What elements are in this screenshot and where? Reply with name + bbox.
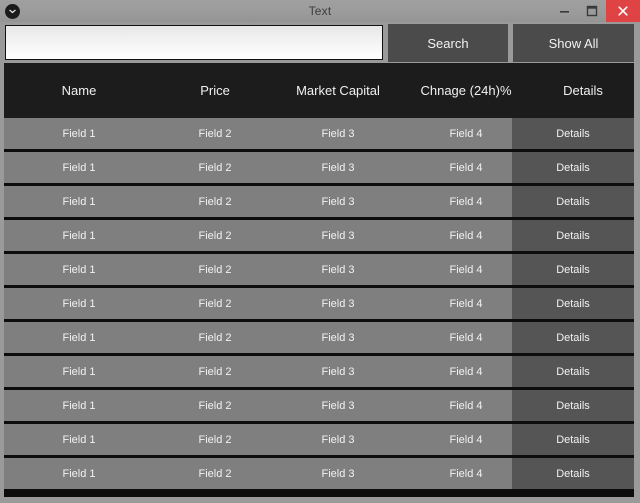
cell-name: Field 1 [62, 263, 96, 276]
window-border-left [0, 63, 4, 503]
cell-market-capital: Field 3 [321, 195, 355, 208]
details-button[interactable]: Details [512, 424, 634, 455]
cell-name: Field 1 [62, 467, 96, 480]
column-header-price: Price [200, 83, 230, 98]
cell-market-capital: Field 3 [321, 297, 355, 310]
table-row: Field 1 Field 2 Field 3 Field 4 Details [4, 458, 634, 489]
cell-price: Field 2 [198, 195, 232, 208]
table-row: Field 1 Field 2 Field 3 Field 4 Details [4, 118, 634, 149]
details-button[interactable]: Details [512, 186, 634, 217]
cell-name: Field 1 [62, 195, 96, 208]
column-header-change-24h: Chnage (24h)% [420, 83, 512, 98]
cell-price: Field 2 [198, 229, 232, 242]
cell-price: Field 2 [198, 127, 232, 140]
window-border-right [634, 63, 640, 503]
table-row: Field 1 Field 2 Field 3 Field 4 Details [4, 322, 634, 353]
details-button[interactable]: Details [512, 118, 634, 149]
cell-name: Field 1 [62, 161, 96, 174]
details-button[interactable]: Details [512, 152, 634, 183]
cell-price: Field 2 [198, 365, 232, 378]
cell-price: Field 2 [198, 467, 232, 480]
details-button[interactable]: Details [512, 458, 634, 489]
column-header-market-capital: Market Capital [296, 83, 380, 98]
window-title: Text [308, 4, 332, 18]
table-row: Field 1 Field 2 Field 3 Field 4 Details [4, 424, 634, 455]
minimize-icon[interactable] [550, 0, 578, 21]
cell-price: Field 2 [198, 433, 232, 446]
table-row: Field 1 Field 2 Field 3 Field 4 Details [4, 186, 634, 217]
cell-market-capital: Field 3 [321, 229, 355, 242]
cell-market-capital: Field 3 [321, 263, 355, 276]
cell-name: Field 1 [62, 433, 96, 446]
cell-name: Field 1 [62, 331, 96, 344]
search-toolbar: Search Show All [0, 22, 640, 63]
cell-price: Field 2 [198, 161, 232, 174]
cell-price: Field 2 [198, 297, 232, 310]
details-button[interactable]: Details [512, 220, 634, 251]
column-header-name: Name [61, 83, 97, 98]
app-logo-icon [5, 3, 20, 19]
table-row: Field 1 Field 2 Field 3 Field 4 Details [4, 390, 634, 421]
table-row: Field 1 Field 2 Field 3 Field 4 Details [4, 356, 634, 387]
cell-market-capital: Field 3 [321, 127, 355, 140]
cell-price: Field 2 [198, 399, 232, 412]
cell-market-capital: Field 3 [321, 161, 355, 174]
cell-name: Field 1 [62, 365, 96, 378]
cell-market-capital: Field 3 [321, 331, 355, 344]
application-window: Text Search Show All Name Price Market C… [0, 0, 640, 503]
cell-market-capital: Field 3 [321, 365, 355, 378]
window-border-bottom [0, 497, 640, 503]
table-row: Field 1 Field 2 Field 3 Field 4 Details [4, 152, 634, 183]
table-header-row: Name Price Market Capital Chnage (24h)% … [4, 63, 634, 118]
cell-price: Field 2 [198, 263, 232, 276]
details-button[interactable]: Details [512, 356, 634, 387]
details-button[interactable]: Details [512, 322, 634, 353]
cell-name: Field 1 [62, 399, 96, 412]
close-icon[interactable] [606, 0, 640, 22]
search-button[interactable]: Search [388, 24, 508, 62]
search-input[interactable] [5, 25, 383, 60]
cell-name: Field 1 [62, 229, 96, 242]
table-row: Field 1 Field 2 Field 3 Field 4 Details [4, 288, 634, 319]
cell-name: Field 1 [62, 127, 96, 140]
table-body: Field 1 Field 2 Field 3 Field 4 Details Field… [4, 118, 634, 499]
table-row: Field 1 Field 2 Field 3 Field 4 Details [4, 220, 634, 251]
title-bar: Text [0, 0, 640, 22]
cell-market-capital: Field 3 [321, 399, 355, 412]
maximize-icon[interactable] [578, 0, 606, 21]
details-button[interactable]: Details [512, 390, 634, 421]
column-header-details: Details [563, 83, 603, 98]
details-button[interactable]: Details [512, 254, 634, 285]
cell-name: Field 1 [62, 297, 96, 310]
cell-price: Field 2 [198, 331, 232, 344]
cell-market-capital: Field 3 [321, 467, 355, 480]
details-button[interactable]: Details [512, 288, 634, 319]
table-row: Field 1 Field 2 Field 3 Field 4 Details [4, 254, 634, 285]
show-all-button[interactable]: Show All [513, 24, 634, 62]
cell-market-capital: Field 3 [321, 433, 355, 446]
